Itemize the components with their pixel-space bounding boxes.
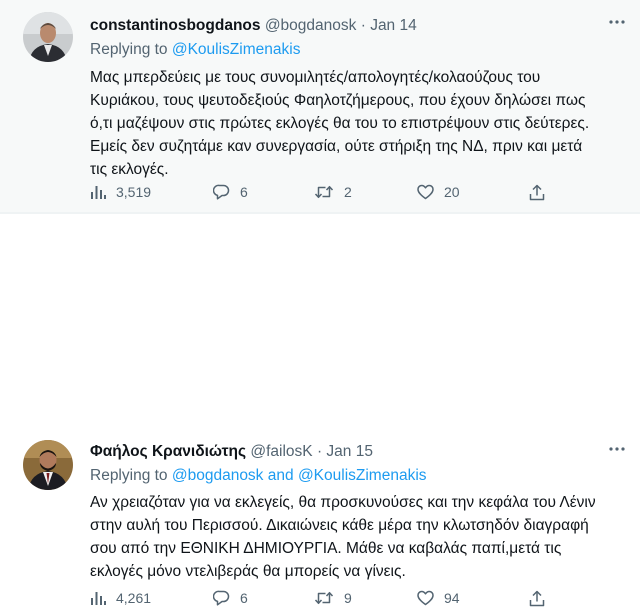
like-count: 94 <box>444 590 460 606</box>
reply-button[interactable]: 6 <box>213 588 248 608</box>
tweet-text-line: Κυριάκου, τους ψευτοδεξιούς Φαηλοτζήμερο… <box>90 92 586 109</box>
avatar[interactable] <box>23 440 73 490</box>
separator-dot: · <box>360 17 366 34</box>
author-handle[interactable]: @failosK <box>250 443 312 460</box>
like-button[interactable]: 94 <box>417 588 460 608</box>
tweet-text-line: σου από την ΕΘΝΙΚΗ ΔΗΜΙΟΥΡΓΙΑ. Μάθε να κ… <box>90 540 562 557</box>
mention-link[interactable]: @bogdanosk <box>172 467 264 484</box>
views-button[interactable]: 3,519 <box>90 182 151 202</box>
tweet-date[interactable]: Jan 15 <box>326 443 373 460</box>
like-button[interactable]: 20 <box>417 182 460 202</box>
retweet-count: 2 <box>344 184 352 200</box>
mention-link[interactable]: @KoulisZimenakis <box>172 41 301 58</box>
tweet-text-line: στην αυλή του Περισσού. Δικαιώνεις κάθε … <box>90 517 589 534</box>
avatar-photo <box>23 440 73 490</box>
page-background <box>0 404 640 429</box>
analytics-icon <box>91 592 106 605</box>
more-icon[interactable] <box>607 17 627 27</box>
tweet-card[interactable]: Φαήλος Κρανιδιώτης @failosK · Jan 15 Rep… <box>0 214 640 606</box>
tweet-card[interactable]: constantinosbogdanos @bogdanosk · Jan 14… <box>0 0 640 212</box>
mention-and: and <box>267 467 294 484</box>
tweet-text-line: ό,τι μαζέψουν στις πρώτες εκλογές θα του… <box>90 115 590 132</box>
avatar-photo <box>23 12 73 62</box>
tweet-text-line: Εμείς δεν συζητάμε καν συνεργασία, ούτε … <box>90 138 583 155</box>
replying-prefix: Replying to <box>90 41 168 58</box>
share-button[interactable] <box>529 588 545 608</box>
replying-to: Replying to @KoulisZimenakis <box>90 41 300 59</box>
reply-icon <box>213 184 230 200</box>
reply-count: 6 <box>240 590 248 606</box>
replying-prefix: Replying to <box>90 467 168 484</box>
reply-count: 6 <box>240 184 248 200</box>
mention-link[interactable]: @KoulisZimenakis <box>298 467 427 484</box>
author-handle[interactable]: @bogdanosk <box>265 17 357 34</box>
separator-dot: · <box>316 443 323 460</box>
share-icon <box>529 590 545 606</box>
retweet-icon <box>314 185 334 199</box>
reply-button[interactable]: 6 <box>213 182 248 202</box>
tweet-text: Αν χρειαζόταν για να εκλεγείς, θα προσκυ… <box>90 491 630 583</box>
share-icon <box>529 184 545 200</box>
avatar[interactable] <box>23 12 73 62</box>
tweet-text-line: Μας μπερδεύεις με τους συνομιλητές/απολο… <box>90 69 541 86</box>
retweet-icon <box>314 591 334 605</box>
share-button[interactable] <box>529 182 545 202</box>
heart-icon <box>417 184 434 200</box>
views-count: 4,261 <box>116 590 152 606</box>
more-icon[interactable] <box>607 444 627 454</box>
heart-icon <box>417 590 434 606</box>
author-name[interactable]: Φαήλος Κρανιδιώτης <box>90 443 246 460</box>
tweet-text: Μας μπερδεύεις με τους συνομιλητές/απολο… <box>90 66 630 181</box>
author-name[interactable]: constantinosbogdanos <box>90 17 261 34</box>
views-count: 3,519 <box>116 184 152 200</box>
retweet-button[interactable]: 2 <box>314 182 352 202</box>
replying-to: Replying to @bogdanosk and @KoulisZimena… <box>90 467 427 485</box>
tweet-text-line: Αν χρειαζόταν για να εκλεγείς, θα προσκυ… <box>90 494 596 511</box>
tweet-date[interactable]: Jan 14 <box>370 17 417 34</box>
tweet-header: Φαήλος Κρανιδιώτης @failosK · Jan 15 <box>90 443 373 461</box>
reply-icon <box>213 590 230 606</box>
retweet-count: 9 <box>344 590 352 606</box>
tweet-text-line: τις εκλογές. <box>90 161 169 178</box>
like-count: 20 <box>444 184 460 200</box>
tweet-header: constantinosbogdanos @bogdanosk · Jan 14 <box>90 17 417 35</box>
tweet-text-line: εκλογές μόνο ντελιβεράς θα μπορείς να γί… <box>90 563 406 580</box>
retweet-button[interactable]: 9 <box>314 588 352 608</box>
analytics-icon <box>91 186 106 199</box>
views-button[interactable]: 4,261 <box>90 588 151 608</box>
